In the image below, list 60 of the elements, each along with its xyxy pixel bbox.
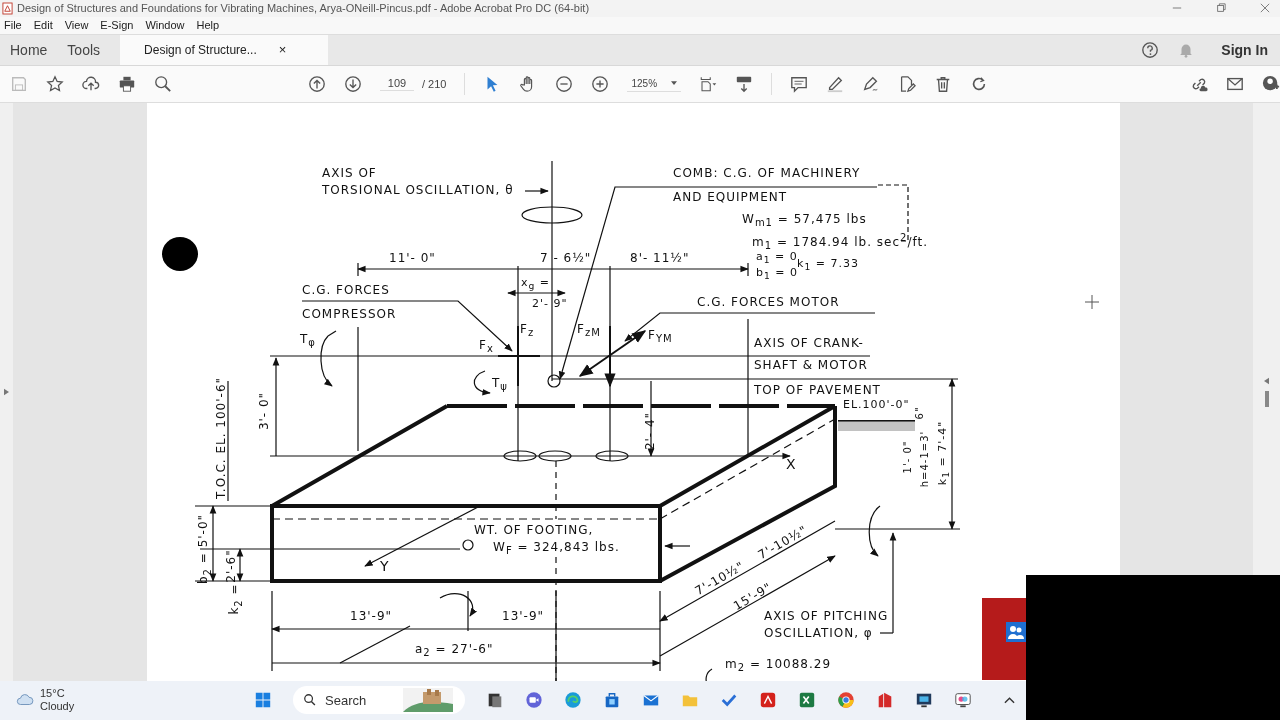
drawing-label: 8'- 11½" [630,251,690,265]
sign-in-button[interactable]: Sign In [1213,34,1280,66]
drawing-label: 3'- 0" [258,391,272,430]
drawing-label: C.G. FORCES MOTOR [697,295,840,309]
drawing-label: T.O.C. EL. 100'-6" [215,376,229,499]
drawing-label: X [786,456,797,472]
search-bar[interactable]: Search [293,686,465,715]
menu-item[interactable]: View [64,19,89,32]
drawing-label: x$_{g}$ = [521,276,551,291]
menu-item[interactable]: Window [145,19,185,32]
menu-item[interactable]: Help [196,19,220,32]
drawing-label: a$_{1}$ = 0 [756,250,798,265]
drawing-label: 1'- 0" [901,440,913,473]
drawing-label: F$_{zM}$ [577,322,601,338]
drawing-label: TOP OF PAVEMENT [754,383,881,397]
drawing-label: 2'-6" [225,548,239,583]
drawing-label: m$_{1}$ = 1784.94 lb. sec$^{2}$/ft. [752,231,928,251]
menu-item[interactable]: E-Sign [100,19,134,32]
drawing-label: SHAFT & MOTOR [754,358,868,372]
menu-item[interactable]: File [4,19,22,32]
drawing-label: a$_{2}$ = 27'-6" [415,642,494,658]
drawing-label: COMPRESSOR [302,307,397,321]
drawing-label: W$_{m1}$ = 57,475 lbs [742,212,867,228]
drawing-label: b$_{1}$ = 0 [756,266,799,281]
drawing-label: AXIS OF PITCHING [764,609,889,623]
page-total: / 210 [422,77,447,90]
drawing-label: Y [380,558,390,574]
drawing-label: OSCILLATION, φ [764,626,873,640]
page-number-field[interactable]: 109 [380,76,414,92]
drawing-label: 2'- 9" [532,297,568,310]
drawing-label: 11'- 0" [389,251,436,265]
drawing-label: W$_{F}$ = 324,843 lbs. [493,540,620,556]
temperature: 15°C [40,687,66,701]
drawing-label: COMB: C.G. OF MACHINERY [673,166,861,180]
drawing-label: 6" [913,406,925,420]
tab[interactable]: Design of Structure... × [120,34,329,66]
search-input[interactable]: Search [323,691,397,709]
zoom-dropdown[interactable]: 125% [627,75,682,92]
drawing-label: m$_{2}$ = 10088.29 [725,657,832,673]
drawing-label: 13'-9" [502,609,545,623]
drawing-label: TORSIONAL OSCILLATION, θ [322,183,514,197]
drawing-label: AXIS OF CRANK- [754,336,864,350]
menu-item[interactable]: Edit [33,19,53,32]
drawing-label: F$_{YM}$ [648,328,673,344]
drawing-label: T$_{ψ}$ [492,376,508,392]
drawing-label: AXIS OF [322,166,377,180]
drawing-label: AND EQUIPMENT [673,190,788,204]
drawing-label: h=4-1=3' [918,430,930,487]
drawing-label: 13'-9" [350,609,393,623]
drawing-label: 2'- 4" [644,411,658,450]
drawing-label: EL.100'-0" [843,398,910,411]
drawing-label: F$_{z}$ [520,322,535,338]
drawing-label: WT. OF FOOTING, [474,523,594,537]
drawing-label: 7 - 6½" [540,251,592,265]
drawing-label: k$_{1}$ = 7.33 [797,257,859,272]
drawing-label: C.G. FORCES [302,283,390,297]
weather-condition: Cloudy [40,700,75,714]
window-title: Design of Structures and Foundations for Vibrating Machines, Arya-ONeill-Pincus.pdf - Adobe Acrobat Pro DC (64-bit) [17,2,590,15]
drawing-label: T$_{φ}$ [300,332,316,348]
drawing-label: F$_{x}$ [479,338,494,354]
